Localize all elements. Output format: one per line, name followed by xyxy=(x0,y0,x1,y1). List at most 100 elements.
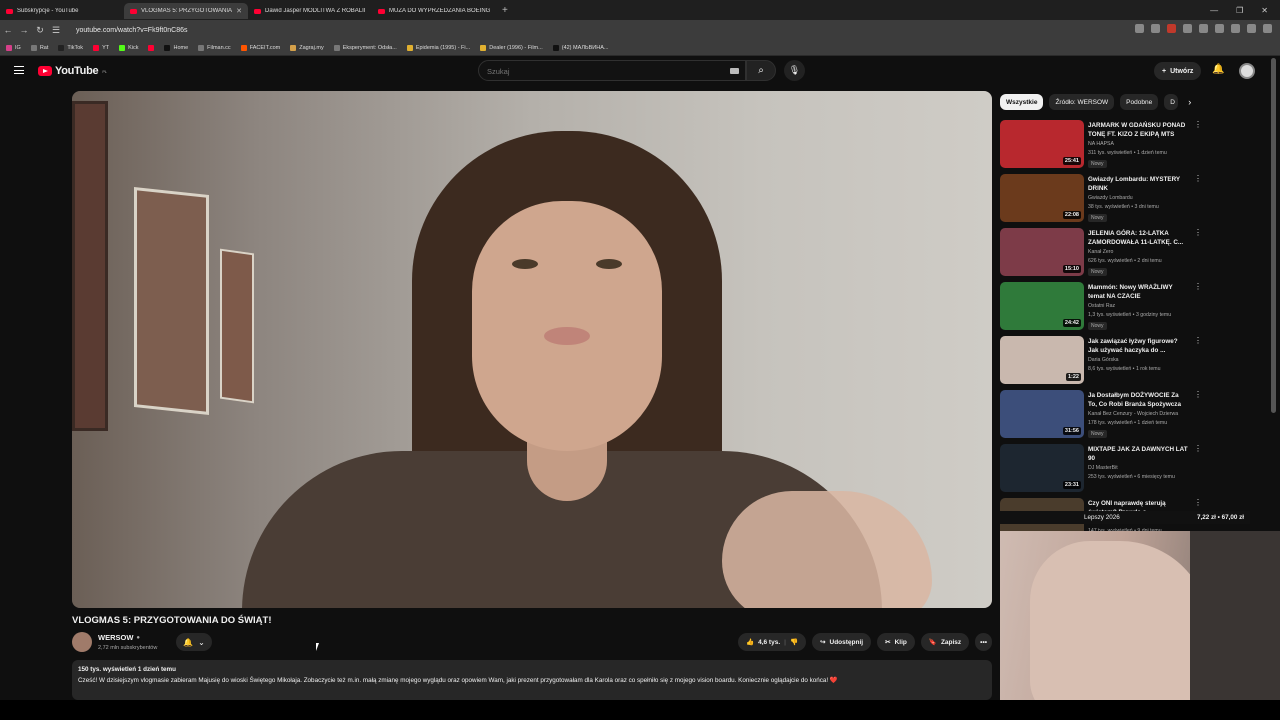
bookmark-item[interactable]: Epidemia (1995) - Fi... xyxy=(406,44,470,51)
close-window-icon[interactable]: ✕ xyxy=(1261,6,1268,15)
chip-source[interactable]: Źródło: WERSOW xyxy=(1049,94,1115,110)
extension-icon[interactable] xyxy=(1247,24,1256,33)
more-vertical-icon[interactable]: ⋮ xyxy=(1194,336,1202,345)
like-button[interactable]: 👍 4,6 tys. | 👎 xyxy=(738,633,807,651)
video-thumbnail[interactable]: 24:42 xyxy=(1000,282,1084,330)
more-vertical-icon[interactable]: ⋮ xyxy=(1194,228,1202,237)
recommendation-item[interactable]: 1:22 Jak zawiązać łyżwy figurowe? Jak uży… xyxy=(1000,336,1206,390)
channel-name[interactable]: WERSOW ● xyxy=(98,633,140,642)
webcam-background-shelf xyxy=(1190,531,1280,720)
recommendation-title[interactable]: JELENIA GÓRA: 12-LATKA ZAMORDOWAŁA 11-LA… xyxy=(1088,229,1188,247)
more-vertical-icon[interactable]: ⋮ xyxy=(1194,282,1202,291)
recommendation-title[interactable]: Gwiazdy Lombardu: MYSTERY DRINK xyxy=(1088,175,1188,193)
video-thumbnail[interactable]: 1:22 xyxy=(1000,336,1084,384)
voice-search-button[interactable]: 🎙 xyxy=(784,60,805,81)
search-button[interactable]: ⌕ xyxy=(746,60,776,81)
video-thumbnail[interactable]: 31:56 xyxy=(1000,390,1084,438)
reload-icon[interactable]: ↻ xyxy=(32,25,48,36)
chip-more[interactable]: D xyxy=(1164,94,1179,110)
site-info-icon[interactable]: ☰ xyxy=(48,25,64,36)
keyboard-icon[interactable] xyxy=(730,68,739,74)
close-tab-icon[interactable]: ✕ xyxy=(236,7,242,15)
save-button[interactable]: 🔖 Zapisz xyxy=(920,633,970,651)
recommendation-item[interactable]: 25:41 JARMARK W GDAŃSKU PONAD TONĘ FT. KI… xyxy=(1000,120,1206,174)
browser-tab-2[interactable]: Dawid Jasper MODLITWA Z ROBALII xyxy=(248,3,372,19)
recommendation-channel[interactable]: Gwiazdy Lombardu xyxy=(1088,195,1133,201)
extension-icon[interactable] xyxy=(1215,24,1224,33)
clip-button[interactable]: ✂ Klip xyxy=(877,633,915,651)
recommendation-channel[interactable]: Kanał Zero xyxy=(1088,249,1113,255)
notifications-bell-icon[interactable]: 🔔 xyxy=(1212,64,1224,75)
bookmark-item[interactable]: (42) МАЛЬВИНА... xyxy=(552,44,608,51)
extension-icon[interactable] xyxy=(1167,24,1176,33)
bookmark-item[interactable]: FACEIT.com xyxy=(240,44,280,51)
more-vertical-icon[interactable]: ⋮ xyxy=(1194,390,1202,399)
url-field[interactable]: youtube.com/watch?v=Fk9ft0nC86s xyxy=(76,27,187,34)
recommendation-item[interactable]: 15:10 JELENIA GÓRA: 12-LATKA ZAMORDOWAŁA … xyxy=(1000,228,1206,282)
description-box[interactable]: 150 tys. wyświetleń 1 dzień temu Cześć! … xyxy=(72,660,992,700)
browser-tab-3[interactable]: MUZA DO WYPRZEDZANIA BOEING xyxy=(372,3,496,19)
recommendation-title[interactable]: MIXTAPE JAK ZA DAWNYCH LAT 90 xyxy=(1088,445,1188,463)
recommendation-item[interactable]: 31:56 Ja Dostałbym DOŻYWOCIE Za To, Co Ro… xyxy=(1000,390,1206,444)
bookmark-item[interactable]: Dealer (1996) - Film... xyxy=(480,44,543,51)
extension-icon[interactable] xyxy=(1151,24,1160,33)
menu-icon[interactable] xyxy=(1263,24,1272,33)
bookmark-item[interactable]: Zagraj.my xyxy=(290,44,324,51)
subscription-bell-button[interactable]: 🔔 ⌄ xyxy=(176,633,212,651)
recommendation-title[interactable]: JARMARK W GDAŃSKU PONAD TONĘ FT. KIZO Z … xyxy=(1088,121,1188,139)
recommendation-title[interactable]: Jak zawiązać łyżwy figurowe? Jak używać … xyxy=(1088,337,1188,355)
more-vertical-icon[interactable]: ⋮ xyxy=(1194,120,1202,129)
thumbs-down-icon[interactable]: 👎 xyxy=(790,638,798,646)
video-thumbnail[interactable]: 22:08 xyxy=(1000,174,1084,222)
chevron-right-icon[interactable]: › xyxy=(1188,97,1191,107)
recommendation-item[interactable]: 23:31 MIXTAPE JAK ZA DAWNYCH LAT 90 DJ Mas… xyxy=(1000,444,1206,498)
forward-icon[interactable]: → xyxy=(16,25,32,35)
maximize-icon[interactable]: ❐ xyxy=(1236,6,1243,15)
page-scrollbar[interactable] xyxy=(1271,58,1276,413)
recommendation-item[interactable]: 24:42 Mammón: Nowy WRAŻLIWY temat NA CZAC… xyxy=(1000,282,1206,336)
video-thumbnail[interactable]: 15:10 xyxy=(1000,228,1084,276)
bookmark-item[interactable]: Eksperyment: Odsła... xyxy=(333,44,397,51)
extension-icon[interactable] xyxy=(1183,24,1192,33)
bookmark-item[interactable]: Rat xyxy=(30,44,48,51)
recommendation-channel[interactable]: NA HAPSA xyxy=(1088,141,1114,147)
chip-similar[interactable]: Podobne xyxy=(1120,94,1159,110)
recommendation-channel[interactable]: DJ MasterBit xyxy=(1088,465,1118,471)
extension-icon[interactable] xyxy=(1199,24,1208,33)
bookmark-item[interactable]: YT xyxy=(93,44,109,51)
channel-avatar[interactable] xyxy=(72,632,92,652)
more-vertical-icon[interactable]: ⋮ xyxy=(1194,174,1202,183)
bookmark-item[interactable] xyxy=(148,44,155,51)
extension-icon[interactable] xyxy=(1231,24,1240,33)
browser-tab-0[interactable]: Subskrypcje - YouTube xyxy=(0,3,124,19)
bookmark-item[interactable]: IG xyxy=(6,44,21,51)
recommendation-channel[interactable]: Ostatni Raz xyxy=(1088,303,1115,309)
more-vertical-icon[interactable]: ⋮ xyxy=(1194,444,1202,453)
video-thumbnail[interactable]: 23:31 xyxy=(1000,444,1084,492)
youtube-logo[interactable]: YouTube PL xyxy=(38,65,107,77)
bookmark-item[interactable]: Home xyxy=(164,44,188,51)
more-vertical-icon[interactable]: ⋮ xyxy=(1194,498,1202,507)
recommendation-channel[interactable]: Daria Górska xyxy=(1088,357,1119,363)
minimize-icon[interactable]: — xyxy=(1210,6,1218,15)
recommendation-channel[interactable]: Kanał Bez Cenzury - Wojciech Dzierwa xyxy=(1088,411,1178,417)
share-button[interactable]: ↪ Udostępnij xyxy=(812,633,872,651)
bookmark-item[interactable]: Filman.cc xyxy=(198,44,231,51)
recommendation-item[interactable]: 22:08 Gwiazdy Lombardu: MYSTERY DRINK Gwia… xyxy=(1000,174,1206,228)
account-avatar[interactable] xyxy=(1239,63,1255,79)
chip-all[interactable]: Wszystkie xyxy=(1000,94,1044,110)
recommendation-title[interactable]: Mammón: Nowy WRAŻLIWY temat NA CZACIE xyxy=(1088,283,1188,301)
new-tab-icon[interactable]: + xyxy=(496,5,514,16)
recommendation-title[interactable]: Ja Dostałbym DOŻYWOCIE Za To, Co Robi Br… xyxy=(1088,391,1188,409)
hamburger-menu-icon[interactable] xyxy=(14,66,24,74)
bookmark-item[interactable]: Kick xyxy=(119,44,138,51)
extension-icon[interactable] xyxy=(1135,24,1144,33)
more-actions-button[interactable]: ••• xyxy=(975,633,992,651)
video-player[interactable] xyxy=(72,91,992,608)
browser-tab-1[interactable]: VLOGMAS 5: PRZYGOTOWANIA ✕ xyxy=(124,3,248,19)
back-icon[interactable]: ← xyxy=(0,25,16,35)
create-button[interactable]: + Utwórz xyxy=(1154,62,1202,80)
video-thumbnail[interactable]: 25:41 xyxy=(1000,120,1084,168)
search-input[interactable] xyxy=(479,62,719,81)
bookmark-item[interactable]: TikTok xyxy=(58,44,83,51)
